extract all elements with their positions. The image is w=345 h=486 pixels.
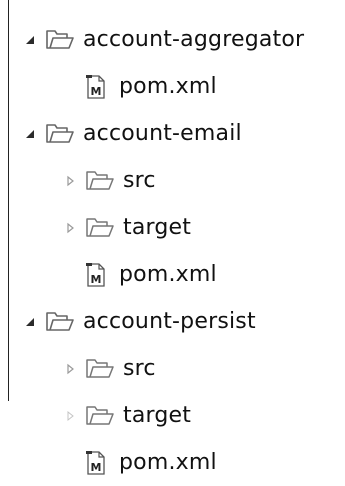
tree-item-pom-xml[interactable]: M pom.xml — [21, 251, 345, 298]
tree-item-account-persist[interactable]: account-persist — [21, 298, 345, 345]
tree-item-label: target — [123, 402, 192, 428]
folder-open-icon — [45, 120, 75, 148]
tree-item-target[interactable]: target — [21, 204, 345, 251]
tree-item-account-aggregator[interactable]: account-aggregator — [21, 16, 345, 63]
tree-item-src[interactable]: src — [21, 345, 345, 392]
tree-item-account-email[interactable]: account-email — [21, 110, 345, 157]
collapse-toggle-icon[interactable] — [61, 219, 79, 237]
expand-toggle-icon[interactable] — [21, 313, 39, 331]
collapse-toggle-icon[interactable] — [61, 172, 79, 190]
tree-item-label: pom.xml — [119, 73, 217, 99]
tree-item-label: pom.xml — [119, 261, 217, 287]
folder-open-icon — [85, 402, 115, 430]
folder-open-icon — [85, 167, 115, 195]
tree-item-target[interactable]: target — [21, 392, 345, 439]
tree-item-pom-xml[interactable]: M pom.xml — [21, 439, 345, 486]
collapse-toggle-icon[interactable] — [61, 360, 79, 378]
tree-item-label: src — [123, 167, 156, 193]
maven-pom-file-icon: M — [81, 261, 111, 289]
project-tree: account-aggregator M pom.xml account-ema… — [21, 16, 345, 486]
expand-toggle-icon[interactable] — [21, 31, 39, 49]
svg-text:M: M — [91, 85, 102, 98]
folder-open-icon — [45, 308, 75, 336]
tree-item-label: src — [123, 355, 156, 381]
tree-item-label: account-email — [83, 120, 242, 146]
tree-item-label: pom.xml — [119, 449, 217, 475]
folder-open-icon — [45, 26, 75, 54]
tree-item-label: account-persist — [83, 308, 256, 334]
project-explorer-panel: account-aggregator M pom.xml account-ema… — [8, 0, 345, 475]
folder-open-icon — [85, 214, 115, 242]
expand-toggle-icon[interactable] — [21, 125, 39, 143]
svg-text:M: M — [91, 273, 102, 286]
folder-open-icon — [85, 355, 115, 383]
tree-item-label: target — [123, 214, 192, 240]
maven-pom-file-icon: M — [81, 449, 111, 477]
tree-item-src[interactable]: src — [21, 157, 345, 204]
tree-item-label: account-aggregator — [83, 26, 305, 52]
collapse-toggle-icon[interactable] — [61, 407, 79, 425]
tree-item-pom-xml[interactable]: M pom.xml — [21, 63, 345, 110]
svg-text:M: M — [91, 461, 102, 474]
maven-pom-file-icon: M — [81, 73, 111, 101]
